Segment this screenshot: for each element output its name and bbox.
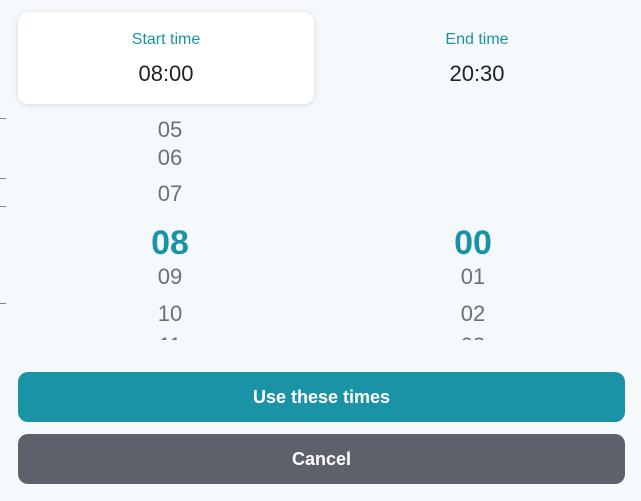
edge-divider bbox=[0, 206, 6, 207]
edge-divider bbox=[0, 178, 6, 179]
minute-option[interactable]: 02 bbox=[373, 300, 573, 328]
hour-option-selected[interactable]: 08 bbox=[70, 223, 270, 263]
start-time-value: 08:00 bbox=[138, 61, 194, 86]
time-range-sheet: Start time 08:00 End time 20:30 05 06 07… bbox=[0, 0, 641, 501]
hour-option[interactable]: 06 bbox=[70, 144, 270, 172]
cancel-button[interactable]: Cancel bbox=[18, 434, 625, 484]
minute-option[interactable]: 01 bbox=[373, 263, 573, 291]
hour-option[interactable]: 10 bbox=[70, 300, 270, 328]
minute-wheel-picker[interactable]: 00 01 02 03 bbox=[373, 118, 573, 340]
hour-option[interactable]: 05 bbox=[70, 118, 270, 144]
end-time-value: 20:30 bbox=[449, 61, 505, 86]
use-these-times-button[interactable]: Use these times bbox=[18, 372, 625, 422]
start-time-tab[interactable]: Start time 08:00 bbox=[18, 12, 314, 104]
edge-divider bbox=[0, 118, 6, 119]
minute-option[interactable]: 03 bbox=[373, 332, 573, 340]
end-time-label: End time bbox=[445, 31, 509, 48]
start-time-label: Start time bbox=[131, 31, 201, 48]
hour-option[interactable]: 09 bbox=[70, 263, 270, 291]
end-time-tab[interactable]: End time 20:30 bbox=[329, 12, 625, 104]
edge-divider bbox=[0, 303, 6, 304]
hour-wheel-picker[interactable]: 05 06 07 08 09 10 11 bbox=[70, 118, 270, 340]
minute-option-selected[interactable]: 00 bbox=[373, 223, 573, 263]
hour-option[interactable]: 07 bbox=[70, 180, 270, 208]
hour-option[interactable]: 11 bbox=[70, 332, 270, 340]
